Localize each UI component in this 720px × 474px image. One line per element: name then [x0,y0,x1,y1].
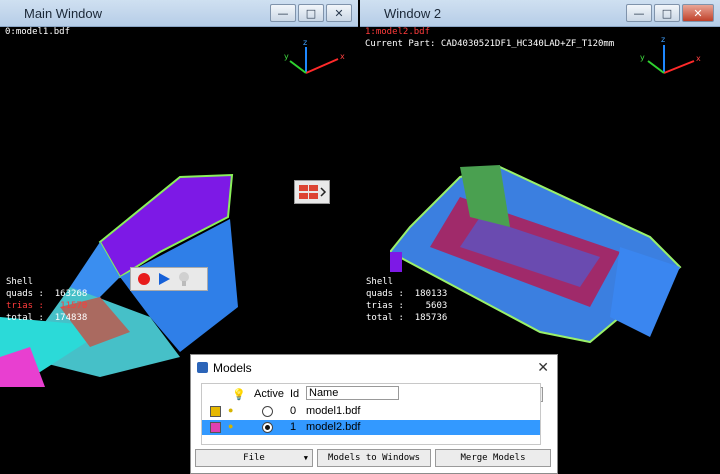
current-part-label: Current Part: CAD4030521DF1_HC340LAD+ZF_… [365,39,615,49]
model-label: 1:model2.bdf [365,27,431,37]
axis-z-label: z [303,38,307,47]
play-icon[interactable] [157,272,171,286]
minimize-button[interactable]: — [270,4,296,22]
axis-x-label: x [696,54,701,63]
main-window-titlebar[interactable]: Main Window — □ ✕ [0,0,358,27]
maximize-button[interactable]: □ [654,4,680,22]
models-table: 💡 Active Id Name ● 0 model1.bdf ● 1 mode… [201,383,541,445]
axis-y-label: y [284,52,289,61]
view-toggle-button[interactable] [294,180,330,204]
maximize-button[interactable]: □ [298,4,324,22]
merge-models-button[interactable]: Merge Models [435,449,551,467]
minimize-button[interactable]: — [626,4,652,22]
stats-quads: quads : 180133 [366,289,448,299]
models-dialog-titlebar[interactable]: Models ✕ [191,355,557,381]
visibility-icon[interactable]: ● [228,421,233,431]
playback-toolbar [130,267,208,291]
window2-titlebar[interactable]: Window 2 — □ ✕ [360,0,720,27]
axis-z-label: z [661,35,665,44]
visibility-column-icon[interactable]: 💡 [232,388,246,401]
window2-title: Window 2 [384,6,442,21]
close-button[interactable]: ✕ [682,4,714,22]
file-menu-button[interactable]: File ▼ [195,449,313,467]
stats-trias: trias : 5603 [366,301,448,311]
col-active[interactable]: Active [254,388,284,400]
stats-trias: trias : 11570 [6,301,88,311]
main-window-title: Main Window [24,6,103,21]
stats-total: total : 185736 [366,313,448,323]
dialog-button-bar: File ▼ Models to Windows Merge Models [195,449,553,467]
dialog-title: Models [213,361,252,375]
record-icon[interactable] [137,272,151,286]
row-name: model1.bdf [306,405,361,417]
row-name: model2.bdf [306,421,361,433]
table-header: 💡 Active Id Name [202,384,540,404]
visibility-icon[interactable]: ● [228,405,233,415]
stats-total: total : 174838 [6,313,88,323]
stats-heading: Shell [6,277,34,287]
row-id: 1 [290,421,297,433]
table-row-selected[interactable]: ● 1 model2.bdf [202,420,540,435]
axis-y-label: y [640,53,645,62]
stats-heading: Shell [366,277,394,287]
model2-render [390,165,682,344]
axis-triad-icon: z x y [284,38,345,74]
dropdown-arrow-icon: ▼ [303,454,308,462]
stats-quads: quads : 163268 [6,289,88,299]
col-id[interactable]: Id [290,388,299,400]
close-button[interactable]: ✕ [326,4,352,22]
table-row[interactable]: ● 0 model1.bdf [202,404,540,419]
app-icon [197,362,208,373]
model-label: 0:model1.bdf [5,27,71,37]
axis-triad-icon: z x y [640,35,701,74]
col-name[interactable]: Name [306,386,400,400]
color-swatch[interactable] [210,406,221,417]
models-dialog: Models ✕ ▼ ⇅ 💡 Active Id Name ● 0 model1… [190,354,558,474]
row-id: 0 [290,405,297,417]
active-radio[interactable] [262,422,273,433]
color-swatch[interactable] [210,422,221,433]
models-to-windows-button[interactable]: Models to Windows [317,449,431,467]
views-icon [299,185,327,199]
lightbulb-icon[interactable] [177,271,191,287]
close-icon[interactable]: ✕ [537,359,549,376]
file-button-label: File [243,453,265,463]
axis-x-label: x [340,52,345,61]
active-radio[interactable] [262,406,273,417]
